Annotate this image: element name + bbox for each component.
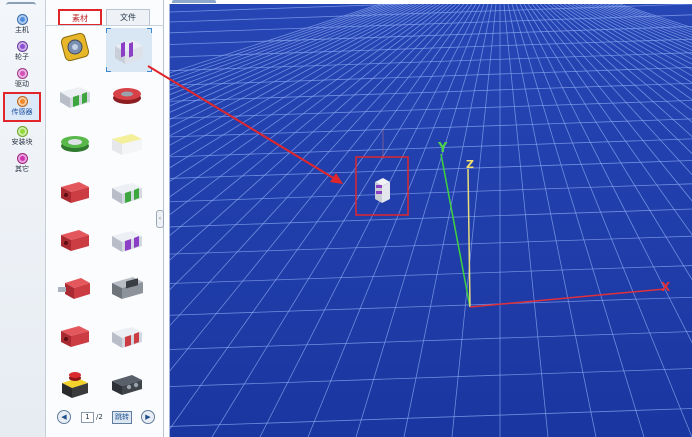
tab-files[interactable]: 文件 (106, 9, 150, 26)
category-label: 主机 (15, 26, 29, 34)
category-label: 安装块 (11, 138, 33, 146)
wheel-icon (16, 41, 28, 52)
motor-icon (112, 277, 143, 299)
purple-block-icon (115, 40, 143, 64)
material-item[interactable] (106, 268, 148, 306)
material-item[interactable] (106, 364, 148, 402)
purple-block-icon (112, 231, 142, 252)
page-total: /2 (96, 413, 103, 421)
red-block-icon (61, 182, 89, 203)
next-page-button[interactable]: ▶ (141, 410, 155, 424)
yellow-block-icon (112, 134, 142, 155)
materials-panel: 素材 文件 ‹ ◀ 1 /2 跳转 ▶ (46, 0, 164, 437)
sensor-icon (16, 96, 28, 107)
material-item-selected[interactable] (106, 28, 152, 72)
category-label: 传感器 (11, 108, 33, 116)
category-mount[interactable]: 安装块 (3, 124, 41, 150)
prev-page-button[interactable]: ◀ (57, 410, 71, 424)
placed-part-stripe (376, 185, 382, 188)
category-sensor[interactable]: 传感器 (3, 92, 41, 122)
host-icon (16, 14, 28, 25)
material-item[interactable] (54, 364, 96, 402)
z-axis-label: Z (466, 158, 474, 171)
selection-corner (106, 28, 111, 33)
green-block-icon (60, 87, 90, 108)
category-label: 其它 (15, 165, 29, 173)
category-label: 驱动 (15, 80, 29, 88)
mount-icon (16, 126, 28, 137)
red-block-icon (112, 327, 142, 348)
material-item[interactable] (106, 220, 148, 258)
dark-sensor-icon (112, 375, 142, 395)
red-block-icon (58, 278, 90, 299)
material-item[interactable] (54, 316, 96, 354)
viewport-background (170, 4, 692, 437)
category-other[interactable]: 其它 (3, 151, 41, 177)
jump-button[interactable]: 跳转 (112, 411, 132, 424)
selection-corner (147, 28, 152, 33)
material-item[interactable] (106, 124, 148, 162)
scene-viewport[interactable]: Y Z X (169, 4, 692, 437)
collapse-panel-button[interactable]: ‹ (156, 210, 164, 228)
x-axis-label: X (661, 280, 671, 294)
coin-part-icon (60, 32, 90, 62)
category-host[interactable]: 主机 (3, 12, 41, 38)
material-item[interactable] (54, 220, 96, 258)
drive-icon (16, 68, 28, 79)
category-wheel[interactable]: 轮子 (3, 39, 41, 65)
estop-button-icon (62, 372, 88, 398)
other-icon (16, 153, 28, 164)
page-number-input[interactable]: 1 (81, 412, 94, 423)
material-item[interactable] (106, 316, 148, 354)
material-item[interactable] (54, 172, 96, 210)
red-disc-icon (113, 88, 141, 104)
category-label: 轮子 (15, 53, 29, 61)
material-item[interactable] (106, 76, 148, 114)
pager: ◀ 1 /2 跳转 ▶ (54, 410, 158, 426)
material-item[interactable] (54, 76, 96, 114)
material-item[interactable] (54, 124, 96, 162)
category-drive[interactable]: 驱动 (3, 66, 41, 92)
placed-part-stripe (376, 191, 382, 194)
material-grid (54, 26, 158, 404)
red-block-icon (61, 230, 89, 251)
green-disc-icon (61, 136, 89, 152)
red-block-icon (61, 326, 89, 347)
scene-grid (170, 4, 692, 437)
material-item[interactable] (106, 172, 148, 210)
panel-tabs: 素材 文件 (54, 9, 158, 26)
app-window: 主机 轮子 驱动 传感器 安装块 其它 素材 文件 ‹ ◀ 1 /2 跳转 ▶ … (0, 0, 692, 437)
category-rail: 主机 轮子 驱动 传感器 安装块 其它 (0, 0, 46, 437)
selection-corner (106, 67, 111, 72)
selection-corner (147, 67, 152, 72)
rail-handle (6, 2, 36, 8)
material-item[interactable] (54, 268, 96, 306)
y-axis-label: Y (438, 141, 448, 156)
tab-materials[interactable]: 素材 (58, 9, 102, 26)
page-total-value: 2 (98, 413, 103, 421)
green-block-icon (112, 183, 142, 204)
material-item[interactable] (54, 28, 96, 66)
